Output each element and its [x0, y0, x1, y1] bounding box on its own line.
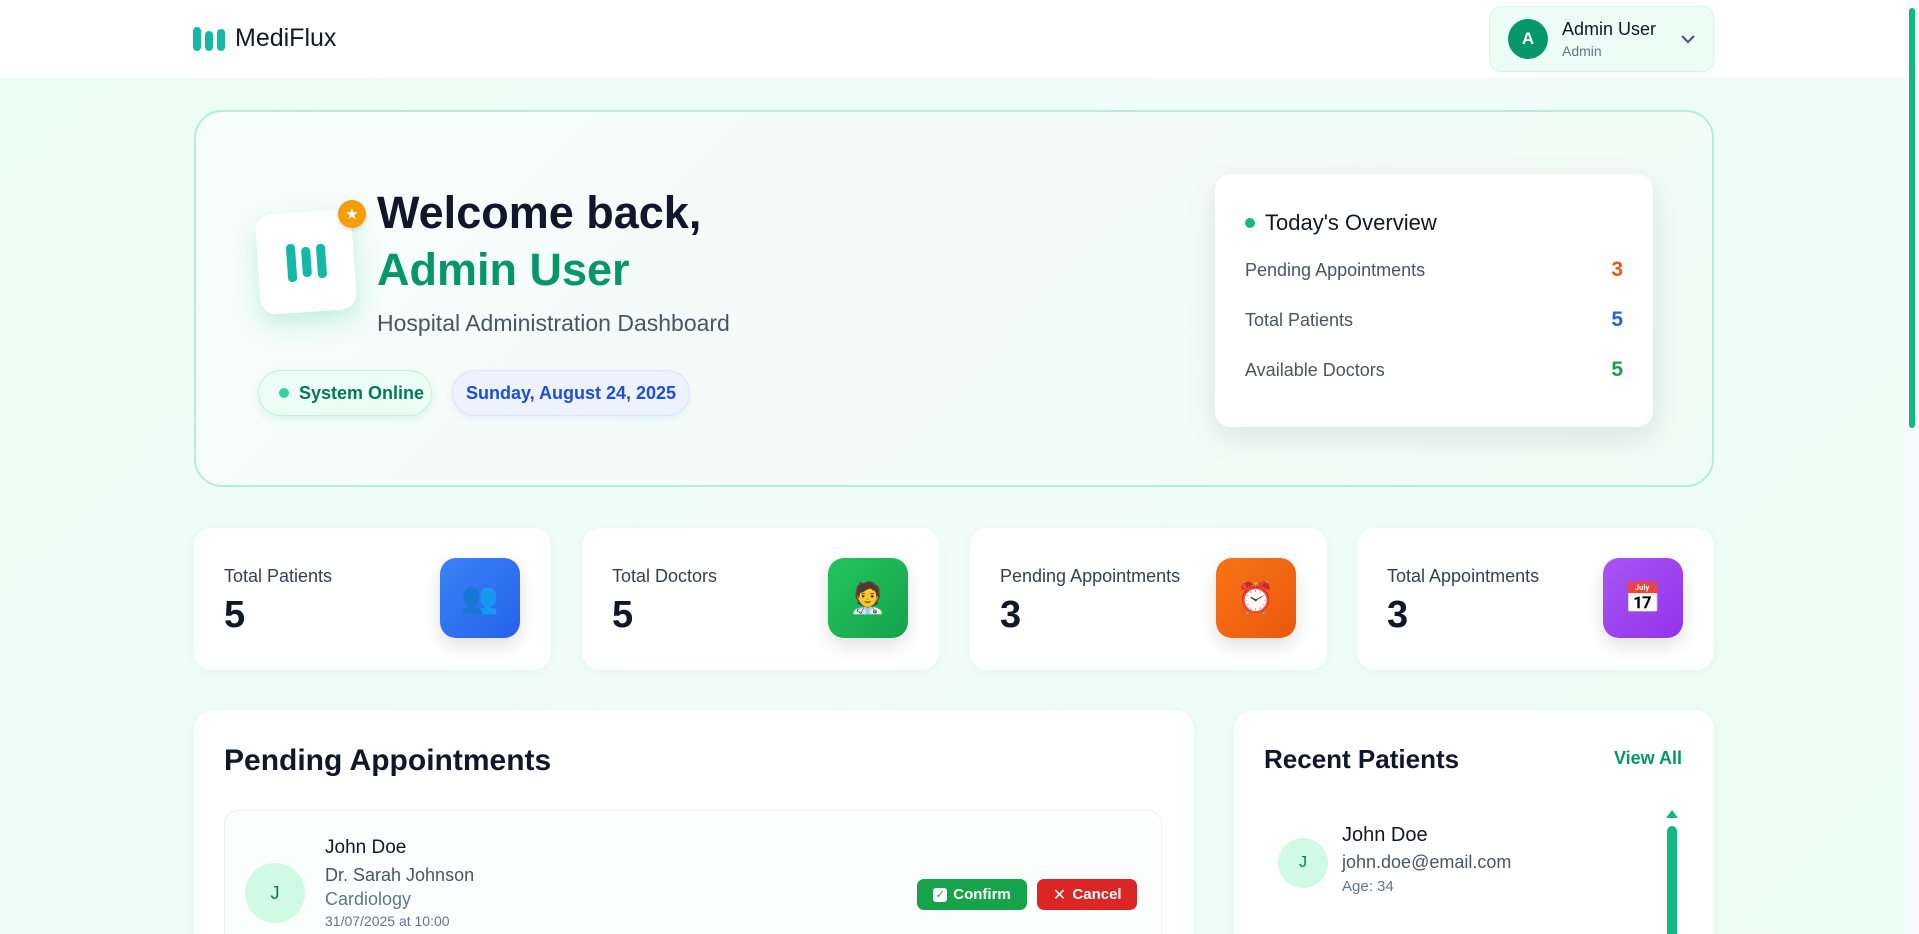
user-menu-button[interactable]: A Admin User Admin — [1489, 6, 1714, 72]
stat-value: 3 — [1387, 594, 1409, 636]
hero-logo-icon — [254, 208, 358, 316]
welcome-heading: Welcome back, — [377, 187, 702, 238]
panel-title: Recent Patients — [1264, 744, 1460, 774]
appointment-doctor: Dr. Sarah Johnson — [325, 865, 475, 885]
overview-row-value: 5 — [1611, 308, 1623, 331]
stat-card-total-doctors[interactable]: Total Doctors 5 🧑‍⚕️ — [582, 528, 939, 670]
todays-overview-card: Today's Overview Pending Appointments 3 … — [1215, 174, 1653, 427]
recent-patients-panel: Recent Patients View All J John Doe john… — [1234, 710, 1714, 934]
appointment-datetime: 31/07/2025 at 10:00 — [325, 913, 450, 929]
pending-appointments-panel: Pending Appointments J John Doe Dr. Sara… — [194, 710, 1194, 934]
user-name: Admin User — [1562, 19, 1657, 39]
cancel-button[interactable]: ✕ Cancel — [1037, 879, 1137, 910]
view-all-link[interactable]: View All — [1614, 748, 1682, 769]
overview-title-label: Today's Overview — [1265, 210, 1437, 235]
system-status-badge: System Online — [258, 370, 432, 416]
close-icon: ✕ — [1052, 886, 1067, 904]
overview-row-label: Available Doctors — [1245, 359, 1385, 380]
confirm-label: Confirm — [953, 886, 1011, 903]
stat-card-total-appointments[interactable]: Total Appointments 3 📅 — [1357, 528, 1714, 670]
chevron-down-icon — [1681, 31, 1695, 47]
confirm-button[interactable]: ✓ Confirm — [917, 879, 1027, 910]
patient-email: john.doe@email.com — [1342, 852, 1512, 872]
user-role: Admin — [1562, 43, 1602, 59]
status-dot-icon — [279, 388, 289, 398]
overview-row-value: 3 — [1611, 258, 1623, 281]
panel-title: Pending Appointments — [224, 744, 552, 777]
stat-label: Total Patients — [224, 566, 333, 586]
brand-name: MediFlux — [235, 24, 337, 52]
avatar: J — [245, 863, 305, 923]
star-badge-icon: ★ — [338, 200, 366, 228]
patients-icon: 👥 — [440, 558, 520, 638]
scroll-up-arrow-icon[interactable] — [1666, 810, 1678, 818]
welcome-hero-card: ★ Welcome back, Admin User Hospital Admi… — [194, 110, 1714, 487]
stat-value: 3 — [1000, 594, 1022, 636]
overview-title: Today's Overview — [1245, 210, 1437, 236]
page-scrollbar[interactable] — [1905, 0, 1919, 934]
stat-label: Pending Appointments — [1000, 566, 1181, 586]
stat-card-total-patients[interactable]: Total Patients 5 👥 — [194, 528, 551, 670]
date-badge: Sunday, August 24, 2025 — [452, 370, 690, 416]
avatar: J — [1278, 838, 1328, 888]
appointment-patient-name: John Doe — [325, 837, 407, 858]
appointment-card: J John Doe Dr. Sarah Johnson Cardiology … — [224, 810, 1162, 934]
alarm-clock-icon: ⏰ — [1216, 558, 1296, 638]
overview-row-value: 5 — [1611, 358, 1623, 381]
scrollbar-thumb[interactable] — [1667, 826, 1677, 934]
calendar-icon: 📅 — [1603, 558, 1683, 638]
overview-row-patients: Total Patients 5 — [1245, 308, 1623, 332]
doctor-icon: 🧑‍⚕️ — [828, 558, 908, 638]
list-scrollbar[interactable] — [1666, 810, 1678, 934]
patient-name: John Doe — [1342, 824, 1428, 846]
overview-row-label: Total Patients — [1245, 309, 1354, 330]
overview-row-doctors: Available Doctors 5 — [1245, 358, 1623, 382]
brand-logo[interactable]: MediFlux — [193, 24, 336, 53]
stat-value: 5 — [612, 594, 634, 636]
overview-dot-icon — [1245, 218, 1255, 228]
stat-label: Total Doctors — [612, 566, 718, 586]
scrollbar-thumb[interactable] — [1909, 8, 1915, 428]
overview-row-pending: Pending Appointments 3 — [1245, 258, 1623, 282]
patient-age: Age: 34 — [1342, 878, 1394, 895]
appointment-specialty: Cardiology — [325, 889, 412, 909]
top-navigation-bar: MediFlux A Admin User Admin — [0, 0, 1905, 79]
stat-card-pending-appointments[interactable]: Pending Appointments 3 ⏰ — [970, 528, 1327, 670]
avatar: A — [1508, 19, 1548, 59]
overview-row-label: Pending Appointments — [1245, 259, 1426, 280]
logo-bars-icon — [193, 26, 225, 51]
date-label: Sunday, August 24, 2025 — [465, 382, 677, 403]
welcome-user-name: Admin User — [377, 244, 630, 295]
cancel-label: Cancel — [1072, 886, 1122, 903]
stat-label: Total Appointments — [1387, 566, 1540, 586]
system-status-label: System Online — [299, 382, 425, 403]
stat-value: 5 — [224, 594, 246, 636]
checkmark-icon: ✓ — [933, 887, 948, 902]
dashboard-subtitle: Hospital Administration Dashboard — [377, 310, 730, 336]
